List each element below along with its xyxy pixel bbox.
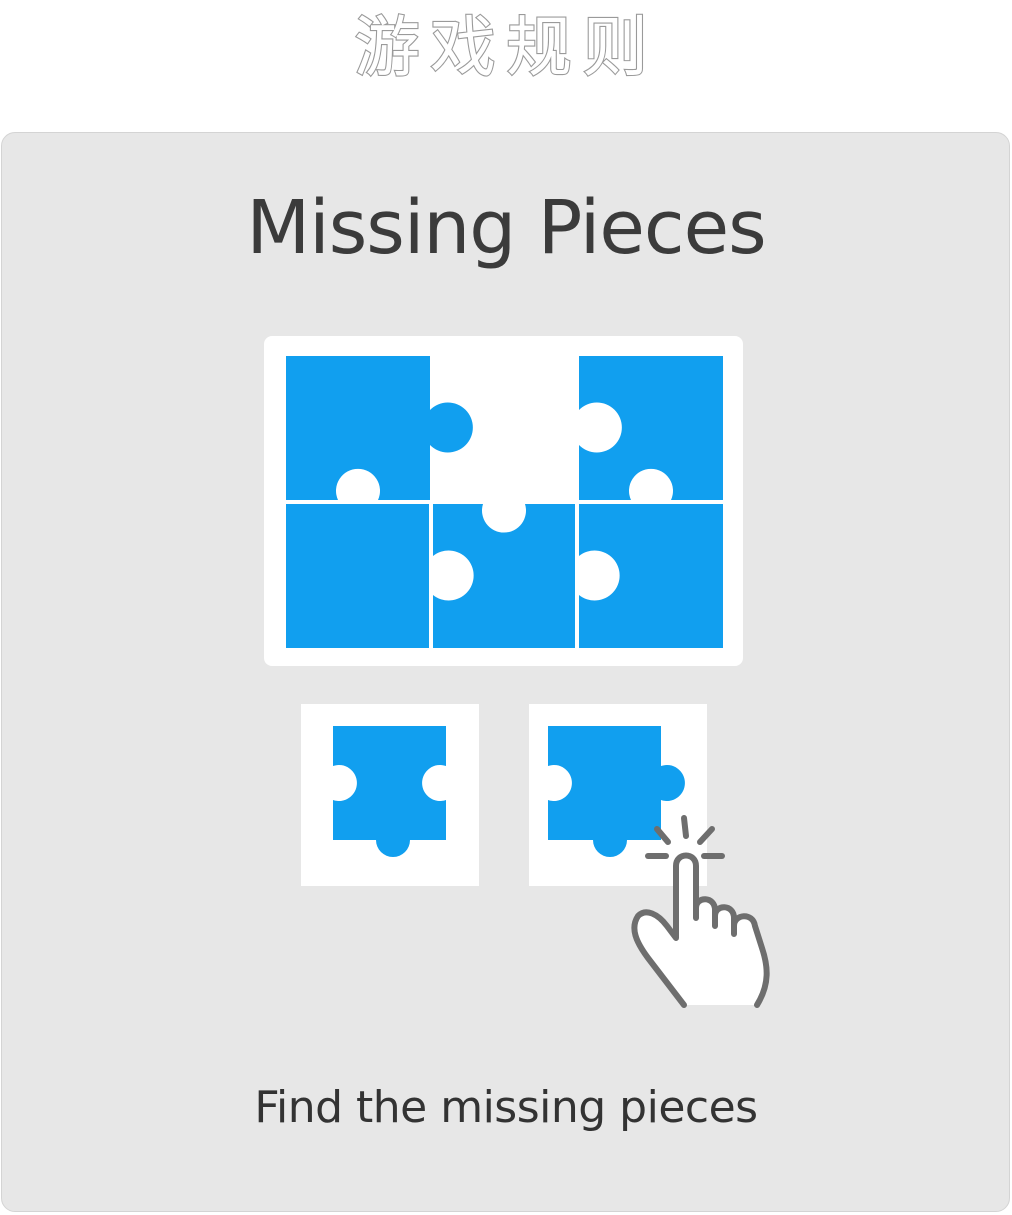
rules-illustration: [264, 336, 770, 1008]
instruction-text: Find the missing pieces: [254, 1082, 758, 1133]
puzzle-piece-bottom-left: [286, 504, 429, 648]
piece-option-1[interactable]: [301, 704, 479, 886]
rules-screen: 游戏规则 Missing Pieces Find the missing pie…: [0, 0, 1012, 1215]
puzzle-board-icon: [264, 336, 743, 666]
